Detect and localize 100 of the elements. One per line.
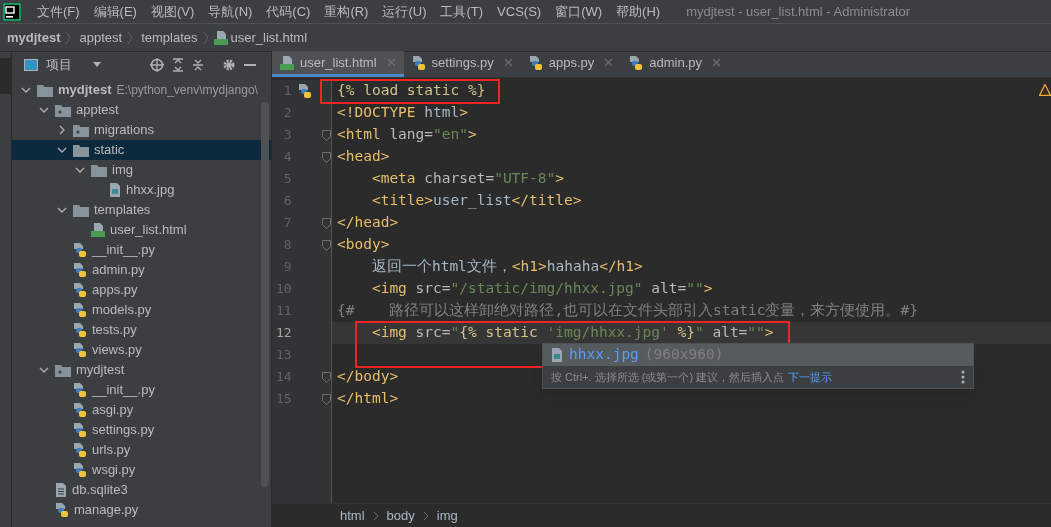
editor-tab[interactable]: user_list.html — [272, 51, 404, 77]
tree-item[interactable]: tests.py — [12, 320, 271, 340]
tree-item-label: db.sqlite3 — [72, 481, 128, 500]
python-file-icon — [73, 462, 87, 478]
editor-tab[interactable]: apps.py — [520, 51, 622, 77]
nav-crumb[interactable]: user_list.html — [230, 27, 308, 48]
fold-marker-icon[interactable] — [322, 129, 331, 141]
tree-item[interactable]: manage.py — [12, 500, 271, 520]
python-file-icon — [55, 502, 69, 518]
tree-item[interactable]: mydjtest — [12, 360, 271, 380]
tree-item[interactable]: apptest — [12, 100, 271, 120]
menu-item[interactable]: 运行(U) — [382, 1, 427, 22]
tree-item[interactable]: views.py — [12, 340, 271, 360]
tree-item-label: urls.py — [92, 441, 131, 460]
tree-item[interactable]: templates — [12, 200, 271, 220]
tree-item-label: hhxx.jpg — [126, 181, 175, 200]
tree-item-label: mydjtest — [58, 81, 112, 100]
fold-marker-icon[interactable] — [322, 371, 331, 383]
folder-icon — [73, 143, 89, 157]
python-file-icon — [73, 262, 87, 278]
scrollbar[interactable] — [261, 102, 269, 487]
code-line: <html lang="en"> — [337, 125, 477, 145]
menu-item[interactable]: 编辑(E) — [93, 1, 137, 22]
tree-item-label: admin.py — [92, 261, 145, 280]
tree-item[interactable]: apps.py — [12, 280, 271, 300]
code-line: <img src="{% static 'img/hhxx.jpg' %}" alt=""> — [370, 323, 774, 343]
folder-icon — [91, 163, 107, 177]
python-file-icon — [73, 382, 87, 398]
code-line: <body> — [337, 235, 390, 255]
python-file-icon — [73, 322, 87, 338]
folder-icon — [73, 203, 89, 217]
tree-item[interactable]: hhxx.jpg — [12, 180, 271, 200]
image-file-icon — [551, 347, 563, 363]
tree-item[interactable]: asgi.py — [12, 400, 271, 420]
code-line: {% load static %} — [337, 81, 486, 101]
tree-item[interactable]: user_list.html — [12, 220, 271, 240]
python-file-icon — [528, 54, 543, 71]
tree-item-label: models.py — [92, 301, 152, 320]
project-path: E:\python_venv\mydjango\ — [116, 82, 258, 99]
tree-item[interactable]: urls.py — [12, 440, 271, 460]
fold-marker-icon[interactable] — [322, 151, 331, 163]
code-line: </body> — [337, 367, 399, 387]
breadcrumb-item[interactable]: html — [340, 505, 365, 526]
nav-crumb[interactable]: mydjtest — [7, 27, 61, 48]
fold-marker-icon[interactable] — [322, 217, 331, 229]
chevron-right-icon — [126, 29, 135, 46]
next-tip-link[interactable]: 下一提示 — [788, 368, 833, 386]
line-number: 12 — [275, 324, 292, 343]
tree-item[interactable]: __init__.py — [12, 380, 271, 400]
chevron-down-icon[interactable] — [39, 365, 49, 375]
menu-item[interactable]: 代码(C) — [266, 1, 311, 22]
tree-item[interactable]: settings.py — [12, 420, 271, 440]
menu-item[interactable]: 窗口(W) — [555, 1, 603, 22]
tree-item[interactable]: img — [12, 160, 271, 180]
tree-item[interactable]: mydjtest E:\python_venv\mydjango\ — [12, 80, 271, 100]
warning-icon[interactable] — [1039, 84, 1051, 96]
menu-item[interactable]: 视图(V) — [150, 1, 195, 22]
locate-icon[interactable] — [150, 58, 164, 72]
nav-crumb[interactable]: templates — [141, 27, 198, 48]
chevron-right-icon — [201, 29, 210, 46]
html-file-icon — [280, 54, 294, 71]
panel-title[interactable]: 项目 — [46, 55, 72, 75]
menu-item[interactable]: 重构(R) — [324, 1, 369, 22]
fold-marker-icon[interactable] — [322, 393, 331, 405]
chevron-right-icon — [64, 29, 73, 46]
code-line: <title>user_list</title> — [370, 191, 582, 211]
tree-item[interactable]: static — [12, 140, 271, 160]
package-folder-icon — [55, 103, 71, 117]
nav-crumb[interactable]: apptest — [79, 27, 123, 48]
tree-item[interactable]: admin.py — [12, 260, 271, 280]
python-file-icon — [73, 402, 87, 418]
more-icon[interactable] — [961, 370, 965, 384]
breadcrumb-item[interactable]: img — [436, 505, 458, 526]
editor-tab[interactable]: admin.py — [621, 51, 730, 77]
menu-item[interactable]: 帮助(H) — [616, 1, 661, 22]
collapse-all-icon[interactable] — [192, 58, 204, 72]
tree-item[interactable]: models.py — [12, 300, 271, 320]
settings-icon[interactable] — [222, 58, 236, 72]
tree-item[interactable]: db.sqlite3 — [12, 480, 271, 500]
tree-item[interactable]: migrations — [12, 120, 271, 140]
html-file-icon — [91, 222, 105, 238]
menu-item[interactable]: 工具(T) — [440, 1, 484, 22]
fold-marker-icon[interactable] — [322, 239, 331, 251]
chevron-down-icon[interactable] — [57, 205, 67, 215]
tree-item[interactable]: __init__.py — [12, 240, 271, 260]
tree-item-label: manage.py — [74, 501, 139, 520]
code-line: 返回一个html文件，<h1>hahaha</h1> — [370, 257, 643, 277]
menu-item[interactable]: 导航(N) — [208, 1, 253, 22]
dropdown-icon[interactable] — [92, 62, 102, 68]
chevron-right-icon[interactable] — [57, 125, 67, 135]
menu-item[interactable]: VCS(S) — [497, 1, 542, 22]
chevron-right-icon — [422, 510, 429, 521]
expand-all-icon[interactable] — [172, 58, 184, 72]
tree-item-label: static — [94, 141, 125, 160]
tree-item[interactable]: wsgi.py — [12, 460, 271, 480]
tree-item-label: asgi.py — [92, 401, 134, 420]
breadcrumb-item[interactable]: body — [386, 505, 415, 526]
editor-tab[interactable]: settings.py — [403, 51, 521, 77]
menu-item[interactable]: 文件(F) — [37, 1, 80, 22]
minimize-icon[interactable] — [244, 63, 256, 67]
